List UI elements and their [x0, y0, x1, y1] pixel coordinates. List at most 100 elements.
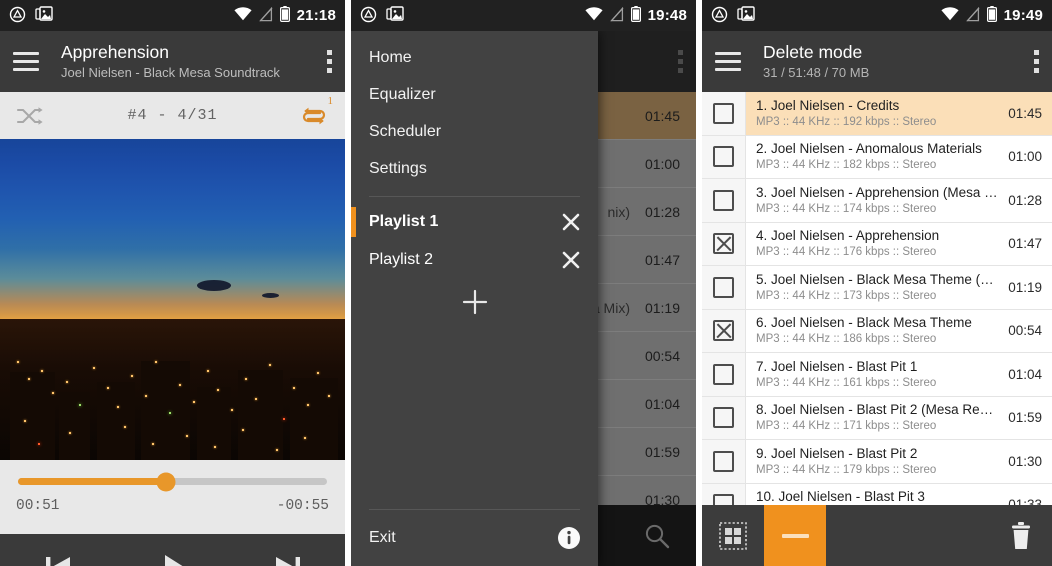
- track-format-info: MP3 :: 44 KHz :: 186 kbps :: Stereo: [756, 333, 937, 346]
- checkbox-checked-icon[interactable]: [713, 233, 734, 255]
- table-row[interactable]: 1. Joel Nielsen - Credits MP3 :: 44 KHz :…: [702, 92, 1052, 136]
- track-format-info: MP3 :: 44 KHz :: 176 kbps :: Stereo: [756, 246, 937, 259]
- dimmed-track-duration: 01:47: [644, 251, 680, 268]
- exit-button[interactable]: Exit: [369, 529, 396, 547]
- delete-mode-appbar: Delete mode 31 / 51:48 / 70 MB: [702, 31, 1052, 92]
- info-icon[interactable]: [556, 525, 582, 551]
- checkbox-unchecked-icon[interactable]: [713, 276, 734, 298]
- drawer-item-home[interactable]: Home: [351, 39, 598, 76]
- plus-icon: [460, 287, 490, 317]
- checkbox-cell[interactable]: [702, 266, 746, 309]
- table-row[interactable]: 7. Joel Nielsen - Blast Pit 1MP3 :: 44 K…: [702, 353, 1052, 397]
- wifi-icon: [234, 7, 252, 24]
- player-appbar: Apprehension Joel Nielsen - Black Mesa S…: [0, 31, 345, 92]
- track-list: 1. Joel Nielsen - Credits MP3 :: 44 KHz :…: [702, 92, 1052, 527]
- checkbox-cell[interactable]: [702, 135, 746, 178]
- track-format-info: MP3 :: 44 KHz :: 171 kbps :: Stereo: [756, 420, 937, 433]
- close-icon[interactable]: [560, 249, 582, 271]
- checkbox-unchecked-icon[interactable]: [713, 146, 734, 168]
- status-bar-panel3: 19:49: [702, 0, 1052, 31]
- checkbox-checked-icon[interactable]: [713, 320, 734, 342]
- checkbox-unchecked-icon[interactable]: [713, 189, 734, 211]
- seek-slider[interactable]: [18, 472, 327, 491]
- skip-next-icon[interactable]: [230, 534, 345, 566]
- panel-delete-mode: 19:49 Delete mode 31 / 51:48 / 70 MB 1. …: [702, 0, 1052, 566]
- track-duration: 01:00: [1008, 149, 1042, 165]
- drawer-item-settings[interactable]: Settings: [351, 150, 598, 187]
- table-row[interactable]: 8. Joel Nielsen - Blast Pit 2 (Mesa Remi…: [702, 396, 1052, 440]
- play-icon[interactable]: [115, 534, 230, 566]
- drawer-item-equalizer[interactable]: Equalizer: [351, 76, 598, 113]
- page-title: Delete mode: [763, 42, 863, 62]
- checkbox-cell[interactable]: [702, 353, 746, 396]
- table-row[interactable]: 2. Joel Nielsen - Anomalous Materials MP3…: [702, 135, 1052, 179]
- artwork-city-lights: [0, 319, 345, 460]
- gallery-icon: [386, 6, 404, 25]
- drawer-exit-row: Exit: [351, 510, 598, 566]
- kebab-icon[interactable]: [327, 50, 332, 73]
- track-format-info: MP3 :: 44 KHz :: 174 kbps :: Stereo: [756, 202, 937, 215]
- checkbox-cell[interactable]: [702, 309, 746, 352]
- search-icon[interactable]: [642, 521, 672, 551]
- checkbox-unchecked-icon[interactable]: [713, 363, 734, 385]
- drawer-item-label: Settings: [369, 159, 427, 177]
- track-meta: 9. Joel Nielsen - Blast Pit 2MP3 :: 44 K…: [746, 445, 1008, 478]
- grid-select-icon[interactable]: [702, 505, 764, 566]
- status-bar-right-icons: 19:48: [585, 6, 687, 25]
- track-counter: #4 - 4/31: [127, 107, 218, 124]
- checkbox-cell[interactable]: [702, 179, 746, 222]
- panel-drawer: 19:48 01:45 01:00 nix) 01:28 01:47 a Mix) 01:1…: [351, 0, 696, 566]
- close-icon[interactable]: [560, 211, 582, 233]
- kebab-icon[interactable]: [678, 50, 683, 73]
- drawer-item-scheduler[interactable]: Scheduler: [351, 113, 598, 150]
- navigation-drawer: Home Equalizer Scheduler Settings Playlist …: [351, 31, 598, 566]
- dimmed-track-duration: 01:59: [644, 443, 680, 460]
- playlist-item[interactable]: Playlist 1: [351, 203, 598, 241]
- kebab-icon[interactable]: [1034, 50, 1039, 73]
- checkbox-cell[interactable]: [702, 92, 746, 135]
- screenshot-root: 21:18 Apprehension Joel Nielsen - Black …: [0, 0, 1052, 566]
- checkbox-unchecked-icon[interactable]: [713, 407, 734, 429]
- track-name: 7. Joel Nielsen - Blast Pit 1: [756, 358, 918, 374]
- gallery-icon: [737, 6, 755, 25]
- table-row[interactable]: 3. Joel Nielsen - Apprehension (Mesa Re.…: [702, 179, 1052, 223]
- circle-triangle-icon: [360, 6, 377, 26]
- table-row[interactable]: 5. Joel Nielsen - Black Mesa Theme (Mes.…: [702, 266, 1052, 310]
- skip-previous-icon[interactable]: [0, 534, 115, 566]
- add-playlist-button[interactable]: [351, 279, 598, 325]
- playlist-item[interactable]: Playlist 2: [351, 241, 598, 279]
- table-row[interactable]: 6. Joel Nielsen - Black Mesa Theme MP3 ::…: [702, 309, 1052, 353]
- hamburger-icon[interactable]: [715, 52, 741, 71]
- seek-thumb[interactable]: [156, 472, 176, 491]
- repeat-one-icon[interactable]: 1: [299, 95, 333, 128]
- table-row[interactable]: 9. Joel Nielsen - Blast Pit 2MP3 :: 44 K…: [702, 440, 1052, 484]
- table-row[interactable]: 4. Joel Nielsen - Apprehension MP3 :: 44 …: [702, 222, 1052, 266]
- track-meta: 8. Joel Nielsen - Blast Pit 2 (Mesa Remi…: [746, 401, 1008, 434]
- track-format-info: MP3 :: 44 KHz :: 192 kbps :: Stereo: [756, 115, 937, 128]
- status-bar-panel2: 19:48: [351, 0, 696, 31]
- checkbox-cell[interactable]: [702, 222, 746, 265]
- checkbox-cell[interactable]: [702, 396, 746, 439]
- deselect-all-button[interactable]: [764, 505, 826, 566]
- track-format-info: MP3 :: 44 KHz :: 179 kbps :: Stereo: [756, 463, 937, 476]
- checkbox-unchecked-icon[interactable]: [713, 450, 734, 472]
- dimmed-track-duration: 01:19: [644, 299, 680, 316]
- checkbox-cell[interactable]: [702, 440, 746, 483]
- track-meta: 3. Joel Nielsen - Apprehension (Mesa Re.…: [746, 184, 1008, 217]
- artwork-sky: [0, 139, 345, 339]
- track-duration: 00:54: [1008, 323, 1042, 339]
- track-format-info: MP3 :: 44 KHz :: 161 kbps :: Stereo: [756, 376, 937, 389]
- status-bar-clock: 19:48: [647, 7, 687, 24]
- trash-icon[interactable]: [990, 505, 1052, 566]
- minus-icon: [781, 533, 809, 538]
- battery-icon: [279, 6, 290, 25]
- page-title: Apprehension: [61, 42, 169, 62]
- hamburger-icon[interactable]: [13, 52, 39, 71]
- checkbox-unchecked-icon[interactable]: [713, 102, 734, 124]
- battery-icon: [630, 6, 641, 25]
- seek-times: 00:51 -00:55: [16, 498, 329, 514]
- track-name: 9. Joel Nielsen - Blast Pit 2: [756, 445, 918, 461]
- dimmed-track-duration: 00:54: [644, 347, 680, 364]
- drawer-main-items: Home Equalizer Scheduler Settings: [351, 31, 598, 187]
- track-duration: 01:19: [1008, 279, 1042, 295]
